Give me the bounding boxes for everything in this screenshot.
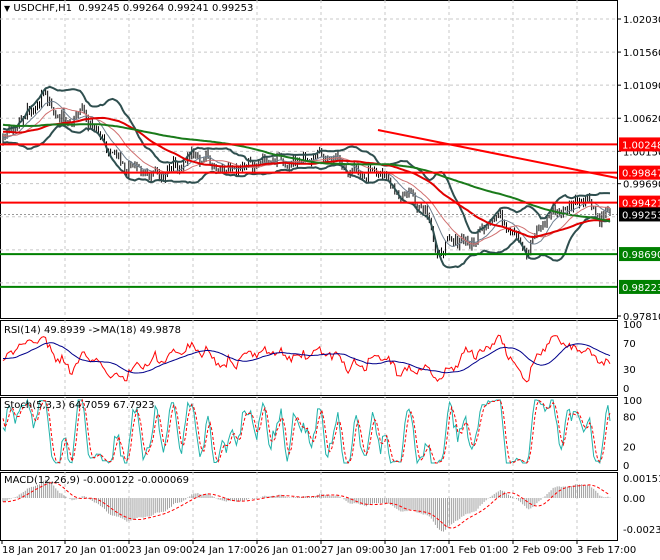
macd-scale-label: 0.00 (623, 494, 645, 505)
trading-chart-window: 1.020301.015601.010901.006201.001500.996… (0, 0, 660, 560)
price-tag-label: 0.98690 (622, 250, 660, 261)
price-axis-label: 1.01090 (623, 81, 660, 92)
time-axis-label: 23 Jan 09:00 (129, 545, 192, 556)
time-axis-label: 1 Feb 01:00 (449, 545, 508, 556)
stoch-scale-label: 80 (623, 413, 636, 424)
time-axis-label: 3 Feb 17:00 (577, 545, 636, 556)
rsi-scale-label: 100 (623, 320, 642, 331)
time-axis-label: 2 Feb 09:00 (513, 545, 572, 556)
macd-label: MACD(12,26,9) -0.000122 -0.000069 (4, 475, 189, 486)
symbol-label: USDCHF,H1 (13, 3, 73, 14)
price-axis-label: 1.00620 (623, 114, 660, 125)
rsi-scale-label: 0 (623, 384, 629, 395)
time-axis-label: 20 Jan 01:00 (65, 545, 128, 556)
stoch-scale-label: 100 (623, 396, 642, 407)
price-axis-label: 1.02030 (623, 15, 660, 26)
stoch-scale-label: 20 (623, 442, 636, 453)
rsi-scale-label: 30 (623, 365, 636, 376)
macd-scale-label: 0.001519 (623, 474, 660, 485)
time-axis-label: 27 Jan 09:00 (321, 545, 384, 556)
time-axis-label: 30 Jan 17:00 (385, 545, 448, 556)
price-axis-label: 0.99690 (623, 180, 660, 191)
rsi-scale-label: 70 (623, 339, 636, 350)
macd-scale-label: -0.002339 (623, 525, 660, 536)
stoch-scale-label: 0 (623, 461, 629, 472)
dropdown-arrow-icon[interactable]: ▼ (4, 4, 10, 13)
time-axis-label: 26 Jan 01:00 (257, 545, 320, 556)
price-tag-label: 0.99253 (622, 210, 660, 221)
stoch-label: Stoch(5,3,3) 64.7059 67.7923 (4, 400, 155, 411)
chart-header: ▼ USDCHF,H1 0.99245 0.99264 0.99241 0.99… (4, 3, 254, 14)
ohlc-values: 0.99245 0.99264 0.99241 0.99253 (78, 3, 254, 14)
price-tag-label: 0.99847 (622, 169, 660, 180)
time-axis-label: 18 Jan 2017 (2, 545, 62, 556)
price-tag-label: 1.00248 (622, 140, 660, 151)
price-axis-label: 1.01560 (623, 48, 660, 59)
price-tag-label: 0.98223 (622, 283, 660, 294)
time-axis-label: 24 Jan 17:00 (193, 545, 256, 556)
rsi-label: RSI(14) 49.8939 ->MA(18) 49.9878 (4, 325, 181, 336)
